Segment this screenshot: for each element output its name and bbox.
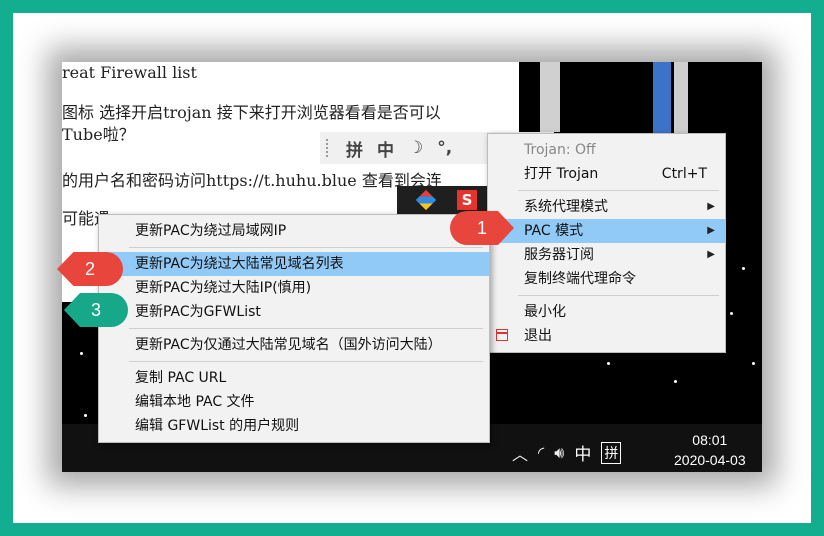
menu-item-subscription[interactable]: 服务器订阅 ▶ (488, 243, 725, 267)
exit-icon (496, 329, 508, 341)
ime-moon-button[interactable]: ☽ (408, 138, 423, 158)
window-edge (653, 62, 671, 142)
pac-item-edit-local[interactable]: 编辑本地 PAC 文件 (99, 390, 489, 414)
menu-item-proxy-mode[interactable]: 系统代理模式 ▶ (488, 195, 725, 219)
chevron-right-icon: ▶ (707, 225, 715, 236)
pac-item-bypass-cn-ip[interactable]: 更新PAC为绕过大陆IP(慎用) (99, 276, 489, 300)
wifi-icon[interactable]: ◜ (538, 443, 544, 462)
ime-pinyin-indicator[interactable]: 拼 (601, 441, 622, 464)
pac-submenu: 更新PAC为绕过局域网IP 更新PAC为绕过大陆常见域名列表 更新PAC为绕过大… (98, 214, 490, 443)
ime-punct-button[interactable]: °, (437, 138, 452, 158)
doc-line: 的用户名和密码访问https://t.huhu.blue 查看到会连 (62, 171, 442, 190)
speaker-icon[interactable]: 🔊︎ (554, 443, 564, 463)
chevron-right-icon: ▶ (707, 249, 715, 260)
pac-item-copy-url[interactable]: 复制 PAC URL (99, 366, 489, 390)
shortcut-label: Ctrl+T (661, 166, 707, 182)
chevron-right-icon: ▶ (707, 201, 715, 212)
clock-time: 08:01 (692, 432, 728, 448)
menu-item-pac-mode[interactable]: PAC 模式 ▶ (488, 219, 725, 243)
ime-pinyin-button[interactable]: 拼 (346, 136, 363, 161)
menu-item-copy-command[interactable]: 复制终端代理命令 (488, 267, 725, 291)
menu-item-exit[interactable]: 退出 (488, 324, 725, 348)
pac-item-cn-only[interactable]: 更新PAC为仅通过大陆常见域名（国外访问大陆） (99, 333, 489, 357)
ime-mode-indicator[interactable]: 中 (574, 440, 591, 465)
clock-date: 2020-04-03 (674, 452, 746, 468)
ime-chinese-button[interactable]: 中 (377, 136, 394, 161)
doc-line: Tube啦？ (62, 125, 135, 144)
menu-item-open-trojan[interactable]: 打开 Trojan Ctrl+T (488, 162, 725, 186)
sogou-tray-icon[interactable]: S (457, 190, 477, 210)
window-edge (674, 62, 688, 142)
pac-item-edit-gfwlist-rules[interactable]: 编辑 GFWList 的用户规则 (99, 414, 489, 438)
menu-item-status: Trojan: Off (524, 142, 596, 158)
grip-icon[interactable] (326, 139, 332, 157)
doc-line: reat Firewall list (62, 63, 197, 82)
clock[interactable]: 08:01 2020-04-03 (674, 430, 746, 470)
scrollbar[interactable] (540, 62, 560, 132)
doc-line: 图标 选择开启trojan 接下来打开浏览器看看是否可以 (62, 103, 441, 122)
chevron-up-icon[interactable]: ︿ (512, 441, 528, 465)
pac-item-gfwlist[interactable]: 更新PAC为GFWList (99, 300, 489, 324)
trojan-context-menu: Trojan: Off 打开 Trojan Ctrl+T 系统代理模式 ▶ PA… (487, 133, 726, 353)
menu-item-minimize[interactable]: 最小化 (488, 300, 725, 324)
pac-item-bypass-cn-domains[interactable]: 更新PAC为绕过大陆常见域名列表 (99, 252, 489, 276)
trojan-tray-icon[interactable] (415, 189, 437, 211)
pac-item-bypass-lan[interactable]: 更新PAC为绕过局域网IP (99, 219, 489, 243)
